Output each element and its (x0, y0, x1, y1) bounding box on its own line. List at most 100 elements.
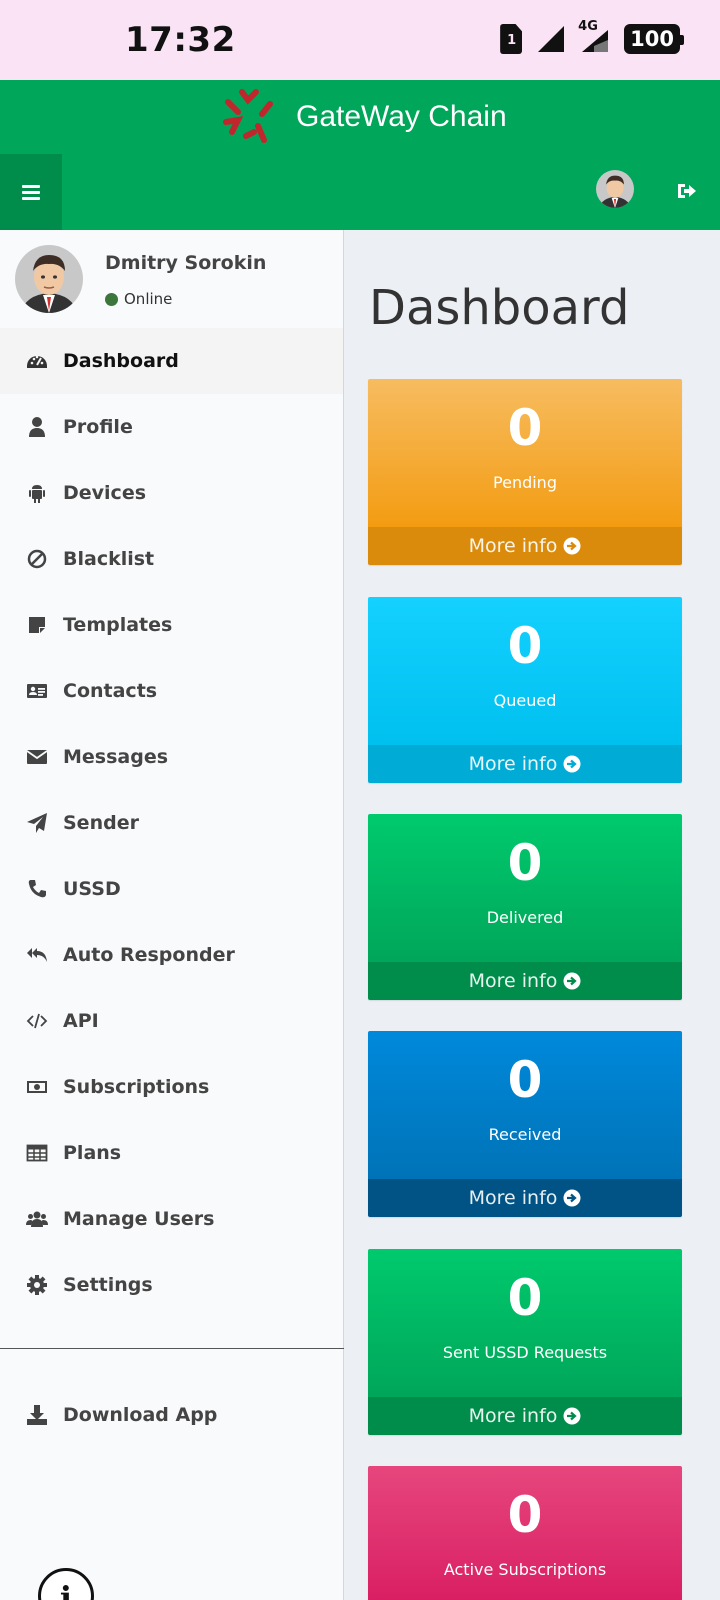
sidebar-item-api[interactable]: API (0, 988, 343, 1054)
user-avatar-icon (596, 170, 634, 208)
avatar (15, 245, 83, 313)
status-time: 17:32 (125, 20, 236, 60)
user-status-label: Online (124, 290, 173, 308)
arrow-circle-right-icon (563, 537, 581, 555)
sidebar-item-label: Manage Users (63, 1208, 215, 1230)
download-icon (26, 1404, 48, 1426)
hamburger-icon (22, 184, 40, 200)
user-panel: Dmitry Sorokin Online (0, 230, 343, 328)
sidebar-item-label: Messages (63, 746, 169, 768)
stat-box-received: 0 Received More info (368, 1031, 682, 1217)
sidebar-item-sender[interactable]: Sender (0, 790, 343, 856)
signal-icon (536, 24, 566, 54)
download-app-button[interactable]: Download App (0, 1382, 344, 1448)
stat-box-body: 0 Pending (368, 379, 682, 527)
top-navbar (0, 154, 720, 230)
sidebar-item-manage-users[interactable]: Manage Users (0, 1186, 343, 1252)
app-title: GateWay Chain (296, 100, 507, 133)
sidebar-item-dashboard[interactable]: Dashboard (0, 328, 343, 394)
sidebar-item-messages[interactable]: Messages (0, 724, 343, 790)
sidebar-item-label: Auto Responder (63, 944, 235, 966)
sidebar-item-label: API (63, 1010, 99, 1032)
menu-toggle-button[interactable] (0, 154, 62, 230)
network-type: 4G (578, 19, 598, 34)
stat-value: 0 (507, 399, 543, 457)
phone-icon (26, 878, 48, 900)
android-icon (26, 482, 48, 504)
stat-value: 0 (507, 1269, 543, 1327)
more-info-label: More info (468, 753, 558, 775)
brand[interactable]: GateWay Chain (218, 86, 507, 148)
sidebar-menu: Dashboard Profile Devices Blacklist Temp… (0, 328, 343, 1318)
sidebar-item-label: Settings (63, 1274, 153, 1296)
more-info-link[interactable]: More info (368, 745, 682, 783)
sidebar-item-label: Templates (63, 614, 173, 636)
page-title: Dashboard (369, 280, 630, 336)
more-info-link[interactable]: More info (368, 1179, 682, 1217)
stat-label: Delivered (486, 908, 564, 927)
brand-header: GateWay Chain (0, 80, 720, 154)
stat-label: Pending (493, 473, 557, 492)
more-info-label: More info (468, 970, 558, 992)
more-info-label: More info (468, 1405, 558, 1427)
sidebar-item-devices[interactable]: Devices (0, 460, 343, 526)
stat-box-queued: 0 Queued More info (368, 597, 682, 783)
battery-level: 100 (630, 26, 674, 51)
sim-number: 1 (507, 33, 517, 48)
stat-value: 0 (507, 1486, 543, 1544)
ban-icon (26, 548, 48, 570)
stat-box-body: 0 Queued (368, 597, 682, 745)
sidebar-item-label: Contacts (63, 680, 158, 702)
reply-all-icon (26, 944, 48, 966)
sidebar-item-subscriptions[interactable]: Subscriptions (0, 1054, 343, 1120)
sidebar-item-settings[interactable]: Settings (0, 1252, 343, 1318)
navbar-avatar[interactable] (596, 170, 634, 208)
sidebar-item-label: Plans (63, 1142, 122, 1164)
sidebar-item-label: Devices (63, 482, 147, 504)
status-bar: 17:32 1 4G 100 (0, 0, 720, 80)
info-icon: i (59, 1579, 73, 1600)
sidebar-item-contacts[interactable]: Contacts (0, 658, 343, 724)
address-card-icon (26, 680, 48, 702)
stat-box-sent-ussd-requests: 0 Sent USSD Requests More info (368, 1249, 682, 1435)
stat-label: Active Subscriptions (443, 1560, 607, 1579)
sidebar-item-label: USSD (63, 878, 121, 900)
more-info-link[interactable]: More info (368, 962, 682, 1000)
status-icons: 1 4G 100 (500, 19, 684, 54)
sidebar-item-ussd[interactable]: USSD (0, 856, 343, 922)
more-info-label: More info (468, 1187, 558, 1209)
cog-icon (26, 1274, 48, 1296)
logo-icon (223, 89, 273, 143)
info-button[interactable]: i (38, 1568, 94, 1600)
arrow-circle-right-icon (563, 755, 581, 773)
more-info-link[interactable]: More info (368, 527, 682, 565)
users-icon (26, 1208, 48, 1230)
sidebar-divider (0, 1348, 344, 1349)
sidebar-item-label: Subscriptions (63, 1076, 210, 1098)
sidebar-item-label: Blacklist (63, 548, 155, 570)
main-content: Dashboard 0 Pending More info 0 Queued M… (345, 230, 720, 1600)
user-status: Online (105, 290, 172, 308)
sidebar-item-auto-responder[interactable]: Auto Responder (0, 922, 343, 988)
sidebar-item-blacklist[interactable]: Blacklist (0, 526, 343, 592)
paper-plane-icon (26, 812, 48, 834)
stat-box-body: 0 Received (368, 1031, 682, 1179)
mobile-signal-icon: 4G (578, 19, 610, 54)
more-info-link[interactable]: More info (368, 1397, 682, 1435)
sticky-note-icon (26, 614, 48, 636)
stat-value: 0 (507, 617, 543, 675)
tachometer-icon (26, 350, 48, 372)
sidebar-item-plans[interactable]: Plans (0, 1120, 343, 1186)
sidebar-item-profile[interactable]: Profile (0, 394, 343, 460)
stat-label: Received (488, 1125, 562, 1144)
sidebar-item-label: Dashboard (63, 350, 179, 372)
stat-box-body: 0 Active Subscriptions (368, 1466, 682, 1600)
stat-box-body: 0 Delivered (368, 814, 682, 962)
sidebar: Dmitry Sorokin Online Dashboard Profile … (0, 230, 344, 1600)
user-name: Dmitry Sorokin (105, 252, 267, 274)
sidebar-item-templates[interactable]: Templates (0, 592, 343, 658)
stat-box-active-subscriptions: 0 Active Subscriptions (368, 1466, 682, 1600)
battery-icon: 100 (624, 24, 684, 54)
online-dot-icon (105, 292, 118, 306)
logout-icon[interactable] (676, 180, 698, 202)
